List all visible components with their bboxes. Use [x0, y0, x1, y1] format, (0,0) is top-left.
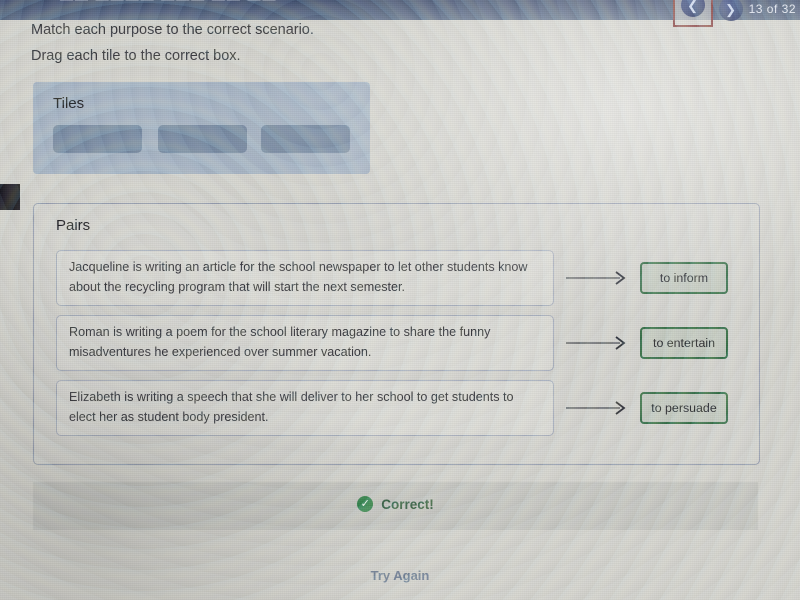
scenario-text: Roman is writing a poem for the school l…	[56, 315, 554, 371]
next-question-button[interactable]: ❯	[718, 0, 743, 21]
scenario-text: Jacqueline is writing an article for the…	[56, 250, 554, 306]
chevron-left-icon: ❮	[687, 0, 699, 13]
question-navigation: ❮ ❯ 13 of 32	[672, 0, 800, 27]
pager-label: 13 of 32	[748, 2, 796, 16]
feedback-band: ✓ Correct!	[33, 482, 758, 530]
answer-box[interactable]: to inform	[640, 262, 728, 294]
tiles-panel: Tiles	[33, 82, 370, 174]
pair-row: Roman is writing a poem for the school l…	[56, 315, 746, 371]
question-content: Match each purpose to the correct scenar…	[0, 20, 800, 600]
tile-slot[interactable]	[158, 125, 247, 153]
prompt-line-1: Match each purpose to the correct scenar…	[31, 22, 314, 38]
answer-box[interactable]: to persuade	[640, 392, 728, 424]
tile-slot[interactable]	[53, 125, 142, 153]
tile-slot[interactable]	[261, 125, 350, 153]
try-again-button[interactable]: Try Again	[0, 568, 800, 583]
topbar-ghost-text: —— ———— ——— —— ——	[60, 0, 277, 7]
arrow-right-icon	[554, 382, 640, 434]
pair-row: Jacqueline is writing an article for the…	[56, 250, 746, 306]
feedback-status: ✓ Correct!	[33, 496, 758, 512]
left-edge-artifact	[0, 184, 20, 210]
scenario-text: Elizabeth is writing a speech that she w…	[56, 380, 554, 436]
pairs-panel: Pairs Jacqueline is writing an article f…	[33, 203, 760, 465]
tiles-title: Tiles	[53, 95, 85, 112]
prev-question-focus-ring: ❮	[672, 0, 713, 27]
prompt-line-2: Drag each tile to the correct box.	[31, 48, 241, 64]
answer-box[interactable]: to entertain	[640, 327, 728, 359]
arrow-right-icon	[554, 317, 640, 369]
pair-row: Elizabeth is writing a speech that she w…	[56, 380, 746, 436]
arrow-right-icon	[554, 252, 640, 304]
feedback-text: Correct!	[381, 496, 434, 512]
check-circle-icon: ✓	[357, 496, 374, 512]
pairs-title: Pairs	[56, 217, 91, 234]
chevron-right-icon: ❯	[725, 1, 737, 17]
prev-question-button[interactable]: ❮	[680, 0, 705, 17]
